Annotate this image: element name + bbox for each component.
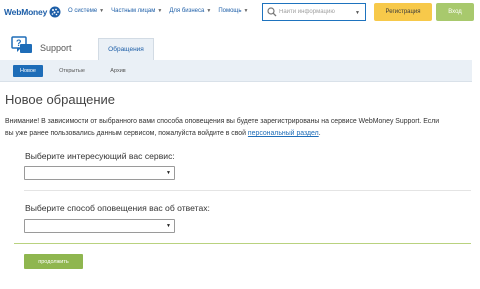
chevron-down-icon: ▼ <box>243 8 249 14</box>
page-title: Новое обращение <box>5 92 116 107</box>
subtab-open[interactable]: Открытые <box>52 65 92 77</box>
notice-text: Внимание! В зависимости от выбранного ва… <box>5 116 471 140</box>
nav-business[interactable]: Для бизнеса ▼ <box>169 8 211 14</box>
nav-help[interactable]: Помощь ▼ <box>218 8 248 14</box>
requests-subnav: Новое Открытые Архив <box>0 60 472 82</box>
support-header: ? Support Обращения <box>0 34 480 60</box>
notice-end: . <box>318 130 321 137</box>
chevron-down-icon: ▼ <box>166 170 171 176</box>
support-title: Support <box>40 43 72 53</box>
notice-line-1: Внимание! В зависимости от выбранного ва… <box>5 118 440 125</box>
chevron-down-icon: ▼ <box>206 8 212 14</box>
search-box: ▼ <box>262 3 366 21</box>
continue-button[interactable]: продолжить <box>24 254 83 269</box>
globe-icon <box>49 6 61 18</box>
support-chat-icon: ? <box>11 36 32 53</box>
notify-select-label: Выберите способ оповещения вас об ответа… <box>25 203 210 213</box>
logo-text: WebMoney <box>4 7 48 17</box>
nav-help-label: Помощь <box>218 8 242 14</box>
subtab-new[interactable]: Новое <box>13 65 43 77</box>
chevron-down-icon: ▼ <box>99 8 105 14</box>
divider-accent <box>14 243 471 244</box>
nav-about[interactable]: О системе ▼ <box>68 8 104 14</box>
chevron-down-icon: ▼ <box>166 223 171 229</box>
nav-about-label: О системе <box>68 8 98 14</box>
notify-method-select[interactable]: ▼ <box>24 219 175 233</box>
nav-personal[interactable]: Частным лицам ▼ <box>111 8 162 14</box>
service-select[interactable]: ▼ <box>24 166 175 180</box>
main-nav: О системе ▼ Частным лицам ▼ Для бизнеса … <box>68 8 255 14</box>
divider <box>24 190 471 191</box>
personal-section-link[interactable]: персональный раздел <box>248 130 319 137</box>
search-dropdown-icon[interactable]: ▼ <box>355 10 360 16</box>
search-icon[interactable] <box>267 7 277 17</box>
nav-personal-label: Частным лицам <box>111 8 156 14</box>
register-button[interactable]: Регистрация <box>374 3 432 21</box>
login-button[interactable]: Вход <box>436 3 474 21</box>
notice-line-2: вы уже ранее пользовались данным сервисо… <box>5 130 248 137</box>
chevron-down-icon: ▼ <box>157 8 163 14</box>
nav-business-label: Для бизнеса <box>169 8 205 14</box>
tab-requests[interactable]: Обращения <box>98 38 154 60</box>
webmoney-logo[interactable]: WebMoney <box>4 5 61 19</box>
search-input[interactable] <box>279 9 355 15</box>
top-header: WebMoney О системе ▼ Частным лицам ▼ Для… <box>0 0 480 26</box>
subtab-archive[interactable]: Архив <box>100 65 136 77</box>
service-select-label: Выберите интересующий вас сервис: <box>25 151 175 161</box>
